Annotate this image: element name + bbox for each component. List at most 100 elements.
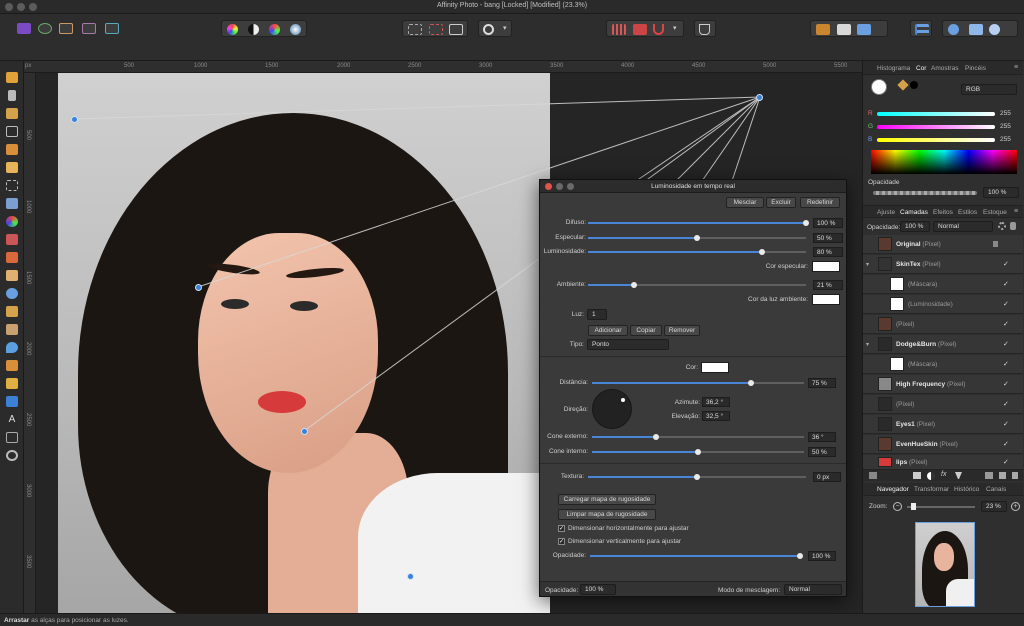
layer-row[interactable]: (Luminosidade) ✓ [863, 295, 1023, 314]
light-index-stepper[interactable]: 1 [587, 309, 607, 320]
photo-persona-icon[interactable] [17, 23, 31, 34]
red-channel-value[interactable]: 255 [1000, 110, 1011, 117]
selection-brush-icon[interactable] [6, 144, 18, 155]
slider-knob[interactable] [797, 553, 803, 559]
diffuse-slider[interactable] [588, 220, 809, 226]
slider-knob[interactable] [630, 282, 637, 288]
inner-cone-value[interactable]: 50 % [808, 447, 836, 457]
fill-color-well[interactable] [871, 79, 887, 95]
color-replacement-icon[interactable] [6, 252, 18, 263]
visibility-checkbox[interactable]: ✓ [1003, 360, 1009, 368]
move-back-icon[interactable] [816, 24, 830, 35]
light-handle[interactable] [71, 116, 78, 123]
visibility-checkbox[interactable]: ✓ [1003, 458, 1009, 466]
magnet-icon[interactable] [653, 24, 664, 35]
slider-knob[interactable] [695, 449, 701, 455]
slider-knob[interactable] [694, 235, 700, 241]
grid-icon[interactable] [612, 24, 626, 35]
ambient-color-swatch[interactable] [812, 294, 840, 305]
tab-layers[interactable]: Camadas [900, 209, 928, 216]
layer-row[interactable]: (Pixel) ✓ [863, 315, 1023, 334]
paint-brush-icon[interactable] [6, 234, 18, 245]
navigator-preview[interactable] [915, 522, 975, 607]
layer-row[interactable]: Eyes1 (Pixel) ✓ [863, 415, 1023, 434]
smudge-brush-icon[interactable] [6, 324, 18, 335]
luminosity-value[interactable]: 80 % [813, 247, 843, 257]
slider-knob[interactable] [748, 380, 754, 386]
zoom-out-icon[interactable]: − [893, 502, 902, 511]
chevron-down-icon[interactable]: ▾ [503, 24, 507, 32]
visibility-checkbox[interactable]: ✓ [1003, 320, 1009, 328]
levels-icon[interactable] [227, 24, 238, 35]
zoom-in-icon[interactable]: + [1011, 502, 1020, 511]
hand-tool-icon[interactable] [6, 72, 18, 83]
add-boolean-icon[interactable] [948, 24, 959, 35]
load-bump-map-button[interactable]: Carregar mapa de rugosidade [558, 494, 656, 505]
light-color-swatch[interactable] [701, 362, 729, 373]
distance-slider[interactable] [592, 380, 804, 386]
align-icon[interactable] [915, 24, 929, 35]
move-tool-icon[interactable] [8, 90, 16, 101]
fx-icon[interactable]: fx [941, 471, 946, 478]
pen-tool-icon[interactable] [6, 378, 18, 389]
tab-histogram[interactable]: Histograma [877, 65, 910, 72]
inner-cone-slider[interactable] [592, 449, 804, 455]
tone-mapping-persona-icon[interactable] [82, 23, 96, 34]
move-backward-icon[interactable] [837, 24, 851, 35]
color-opacity-value[interactable]: 100 % [983, 187, 1019, 198]
texture-opacity-value[interactable]: 100 % [808, 551, 836, 561]
visibility-checkbox[interactable]: ✓ [1003, 380, 1009, 388]
clear-bump-map-button[interactable]: Limpar mapa de rugosidade [558, 509, 656, 520]
scale-vertical-checkbox[interactable]: ✓ [558, 538, 565, 545]
zoom-slider-knob[interactable] [911, 503, 916, 510]
live-filter-icon[interactable] [955, 472, 962, 479]
erase-brush-icon[interactable] [6, 270, 18, 281]
mesh-warp-icon[interactable] [6, 432, 18, 443]
visibility-checkbox[interactable]: ✓ [1003, 300, 1009, 308]
liquify-persona-icon[interactable] [38, 23, 52, 34]
visibility-checkbox[interactable]: ✓ [1003, 420, 1009, 428]
ambient-slider[interactable] [588, 282, 806, 288]
light-type-select[interactable]: Ponto [587, 339, 669, 350]
collapse-icon[interactable]: ▾ [866, 341, 869, 348]
color-spectrum[interactable] [871, 150, 1017, 174]
export-persona-icon[interactable] [105, 23, 119, 34]
layer-row[interactable]: ▾ SkinTex (Pixel) ✓ [863, 255, 1023, 274]
direction-dial[interactable] [592, 389, 632, 429]
develop-persona-icon[interactable] [59, 23, 73, 34]
tab-styles[interactable]: Estilos [958, 209, 977, 216]
blend-mode-select[interactable]: Normal [784, 584, 842, 595]
layer-row[interactable]: EvenHueSkin (Pixel) ✓ [863, 435, 1023, 454]
texture-value[interactable]: 0 px [813, 472, 841, 482]
zoom-tool-icon[interactable] [6, 450, 18, 461]
recolor-icon[interactable] [290, 24, 301, 35]
tab-stock[interactable]: Estoque [983, 209, 1007, 216]
add-light-button[interactable]: Adicionar [588, 325, 628, 336]
light-source-handle[interactable] [756, 94, 763, 101]
chevron-down-icon[interactable]: ▾ [673, 24, 677, 32]
delete-button[interactable]: Excluir [766, 197, 796, 208]
invert-selection-icon[interactable] [449, 24, 463, 35]
tab-adjustment[interactable]: Ajuste [877, 209, 895, 216]
light-handle[interactable] [407, 573, 414, 580]
layer-row[interactable]: High Frequency (Pixel) ✓ [863, 375, 1023, 394]
hsl-icon[interactable] [269, 24, 280, 35]
green-channel-slider[interactable] [877, 125, 995, 129]
slider-knob[interactable] [803, 220, 809, 226]
red-channel-slider[interactable] [877, 112, 995, 116]
reset-button[interactable]: Redefinir [800, 197, 840, 208]
azimuth-value[interactable]: 36,2 ° [702, 397, 730, 407]
remove-light-button[interactable]: Remover [664, 325, 700, 336]
mask-icon[interactable] [913, 472, 921, 479]
light-handle[interactable] [195, 284, 202, 291]
assistant-icon[interactable] [699, 24, 710, 35]
texture-slider[interactable] [588, 474, 806, 480]
color-opacity-slider[interactable] [873, 191, 977, 195]
copy-light-button[interactable]: Copiar [630, 325, 662, 336]
specular-value[interactable]: 50 % [813, 233, 843, 243]
light-handle[interactable] [301, 428, 308, 435]
slider-knob[interactable] [652, 434, 659, 440]
tab-navigator[interactable]: Navegador [877, 486, 909, 493]
visibility-checkbox[interactable]: ✓ [1003, 340, 1009, 348]
tab-swatches[interactable]: Amostras [931, 65, 958, 72]
